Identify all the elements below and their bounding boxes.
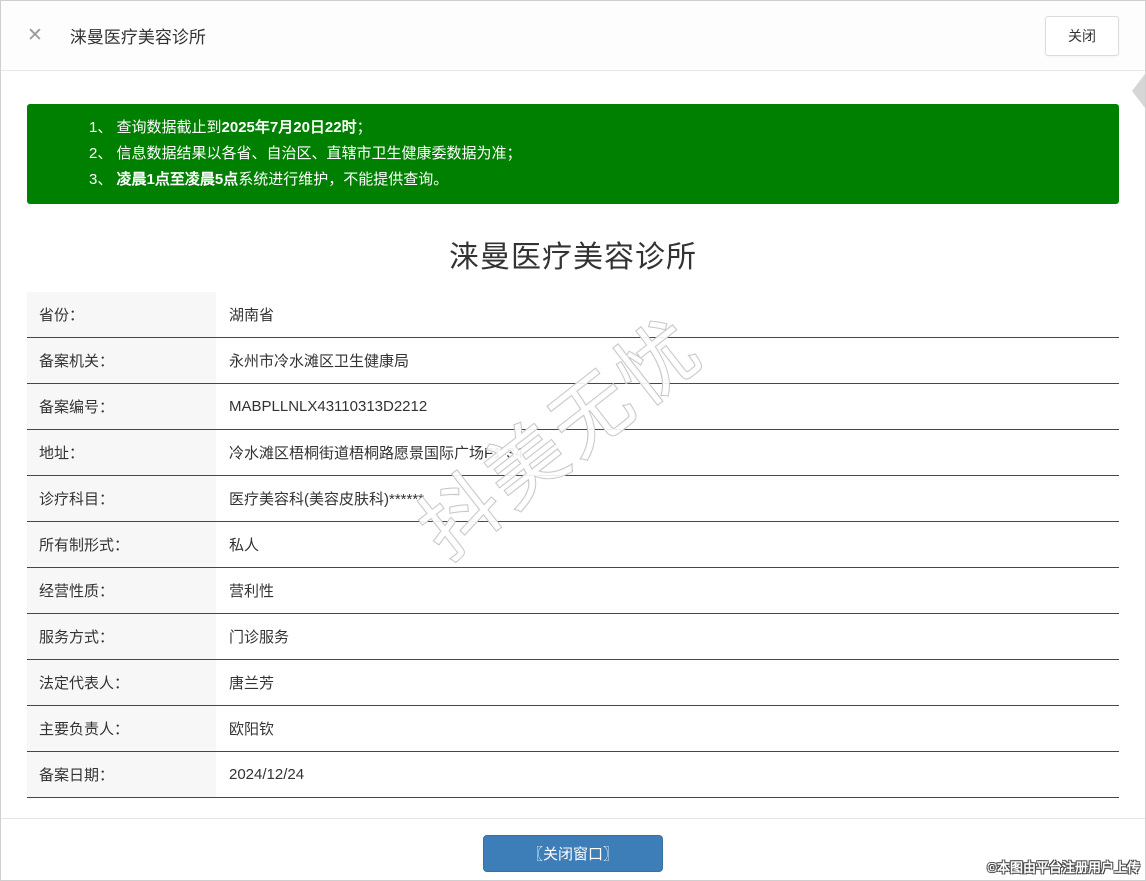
notice-item-3-bold: 凌晨1点至凌晨5点 — [116, 171, 239, 188]
row-value: 私人 — [229, 537, 260, 554]
table-row: 省份： 湖南省 — [27, 292, 1119, 338]
row-value: 欧阳钦 — [229, 721, 275, 738]
row-value: 冷水滩区梧桐街道梧桐路愿景国际广场F1-34 — [229, 445, 524, 462]
row-value: 湖南省 — [229, 307, 275, 324]
table-row: 诊疗科目： 医疗美容科(美容皮肤科)****** — [27, 476, 1119, 522]
table-row: 经营性质： 营利性 — [27, 568, 1119, 614]
notice-item-2: 2、 信息数据结果以各省、自治区、直辖市卫生健康委数据为准； — [89, 141, 1099, 167]
row-label: 省份： — [27, 292, 216, 337]
table-row: 服务方式： 门诊服务 — [27, 614, 1119, 660]
row-label: 所有制形式： — [27, 522, 216, 567]
table-row: 主要负责人： 欧阳钦 — [27, 706, 1119, 752]
table-row: 备案编号： MABPLLNLX43110313D2212 — [27, 384, 1119, 430]
row-value: 唐兰芳 — [229, 675, 275, 692]
row-label: 备案日期： — [27, 752, 216, 797]
row-label: 服务方式： — [27, 614, 216, 659]
dialog-window: ✕ 涞曼医疗美容诊所 关闭 1、 查询数据截止到2025年7月20日22时； 2… — [0, 0, 1146, 881]
title-bar: ✕ 涞曼医疗美容诊所 关闭 — [1, 1, 1145, 71]
footer-actions: 〖关闭窗口〗 — [1, 819, 1145, 872]
notice-item-3-tail: 系统进行维护，不能提供查询。 — [238, 171, 449, 188]
clinic-name-heading: 涞曼医疗美容诊所 — [449, 241, 697, 274]
row-label: 经营性质： — [27, 568, 216, 613]
row-label: 备案编号： — [27, 384, 216, 429]
close-button[interactable]: 关闭 — [1045, 15, 1119, 56]
notice-item-2-text: 2、 信息数据结果以各省、自治区、直辖市卫生健康委数据为准； — [89, 145, 522, 162]
row-value: MABPLLNLX43110313D2212 — [229, 398, 428, 415]
corner-watermark-fragment — [1132, 74, 1145, 108]
row-label: 诊疗科目： — [27, 476, 216, 521]
notice-item-3-text: 3、 — [89, 171, 117, 188]
page-title: 涞曼医疗美容诊所 — [69, 28, 206, 47]
notice-item-3: 3、 凌晨1点至凌晨5点系统进行维护，不能提供查询。 — [89, 167, 1099, 193]
notice-item-1-tail: ； — [356, 119, 372, 136]
row-value: 永州市冷水滩区卫生健康局 — [229, 353, 410, 370]
row-label: 地址： — [27, 430, 216, 475]
table-row: 法定代表人： 唐兰芳 — [27, 660, 1119, 706]
notice-item-1-bold: 2025年7月20日22时 — [221, 119, 357, 136]
record-table: 省份： 湖南省 备案机关： 永州市冷水滩区卫生健康局 备案编号： MABPLLN… — [27, 292, 1119, 798]
notice-banner: 1、 查询数据截止到2025年7月20日22时； 2、 信息数据结果以各省、自治… — [27, 104, 1119, 204]
row-label: 主要负责人： — [27, 706, 216, 751]
notice-item-1: 1、 查询数据截止到2025年7月20日22时； — [89, 115, 1099, 141]
table-row: 所有制形式： 私人 — [27, 522, 1119, 568]
table-row: 地址： 冷水滩区梧桐街道梧桐路愿景国际广场F1-34 — [27, 430, 1119, 476]
close-icon[interactable]: ✕ — [27, 26, 43, 45]
row-label: 备案机关： — [27, 338, 216, 383]
row-label: 法定代表人： — [27, 660, 216, 705]
row-value: 营利性 — [229, 583, 275, 600]
notice-item-1-text: 1、 查询数据截止到 — [89, 119, 222, 136]
row-value: 2024/12/24 — [229, 766, 305, 783]
close-window-button[interactable]: 〖关闭窗口〗 — [482, 835, 663, 872]
row-value: 医疗美容科(美容皮肤科)****** — [229, 491, 425, 508]
table-row: 备案机关： 永州市冷水滩区卫生健康局 — [27, 338, 1119, 384]
row-value: 门诊服务 — [229, 629, 290, 646]
table-row: 备案日期： 2024/12/24 — [27, 752, 1119, 798]
